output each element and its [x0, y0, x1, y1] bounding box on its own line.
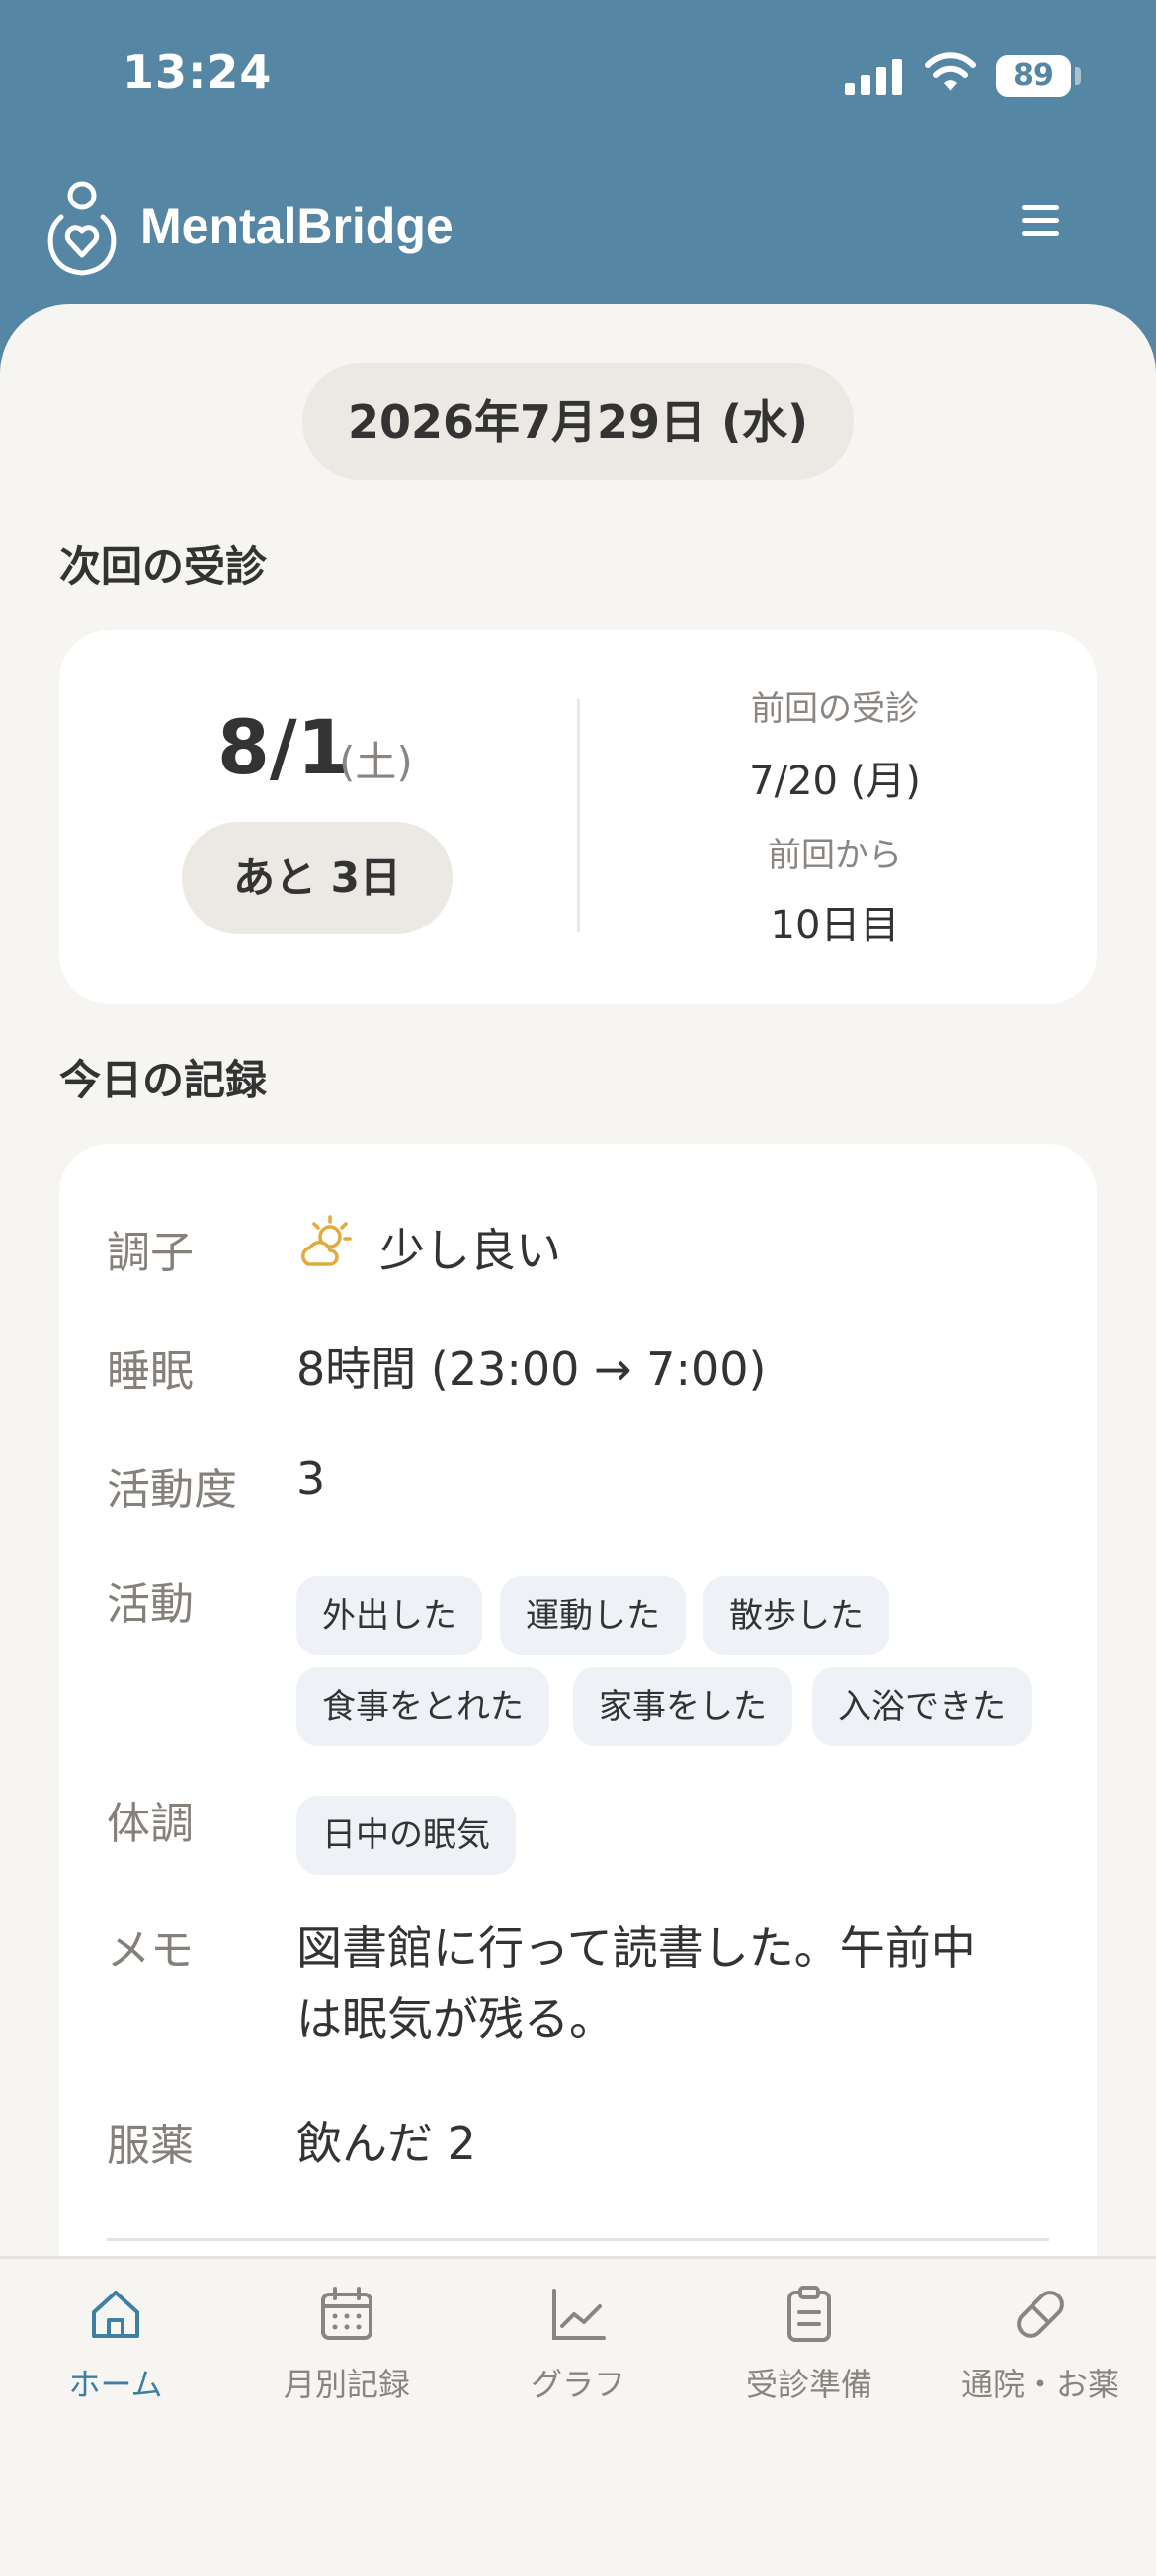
- nav-item-monthly[interactable]: 月別記録: [231, 2259, 462, 2456]
- partly-sunny-icon: [301, 1215, 352, 1266]
- activity-chip: 食事をとれた: [296, 1667, 549, 1746]
- medication-value: 飲んだ 2: [296, 2117, 476, 2170]
- memo-label: メモ: [107, 1925, 194, 1975]
- app-header: MentalBridge: [0, 148, 1156, 306]
- memo-line-2: は眠気が残る。: [296, 1992, 615, 2046]
- nav-label-visit-prep: 受診準備: [745, 2366, 872, 2403]
- activity-level-value: 3: [296, 1452, 326, 1505]
- battery-icon: 89: [996, 55, 1071, 97]
- activity-level-label: 活動度: [107, 1465, 237, 1515]
- nav-label-graph: グラフ: [530, 2366, 625, 2403]
- prev-visit-date: 7/20 (月): [749, 759, 921, 804]
- main-content: 2026年7月29日 (水) 次回の受診 8/1 (土) あと 3日 前回の受診…: [0, 304, 1156, 2576]
- medication-label: 服薬: [107, 2121, 194, 2171]
- app-title: MentalBridge: [140, 199, 454, 254]
- next-visit-title: 次回の受診: [59, 542, 268, 591]
- battery-nub: [1075, 67, 1081, 85]
- condition-label: 調子: [107, 1228, 194, 1278]
- activity-chip: 外出した: [296, 1576, 482, 1655]
- pill-icon: [1017, 2291, 1064, 2338]
- nav-item-home[interactable]: ホーム: [0, 2259, 231, 2456]
- memo-line-1: 図書館に行って読書した。午前中: [296, 1921, 976, 1974]
- today-record-card[interactable]: 調子 少し良い 睡眠 8時間 (23:00 → 7:00) 活動度 3 活動 外…: [59, 1144, 1097, 2428]
- nav-label-medication: 通院・お薬: [960, 2366, 1119, 2403]
- nav-item-graph[interactable]: グラフ: [462, 2259, 694, 2456]
- since-label: 前回から: [768, 836, 902, 875]
- condition-value: 少し良い: [379, 1224, 561, 1277]
- card-divider: [577, 699, 580, 932]
- status-bar: 13:24 89: [0, 0, 1156, 148]
- activity-chip: 運動した: [500, 1576, 686, 1655]
- physical-label: 体調: [107, 1799, 194, 1849]
- wifi-icon: [925, 52, 976, 91]
- home-icon: [92, 2291, 139, 2338]
- next-visit-date: 8/1: [217, 703, 350, 791]
- nav-label-monthly: 月別記録: [283, 2366, 410, 2403]
- line-chart-icon: [552, 2289, 606, 2340]
- clipboard-icon: [787, 2286, 831, 2342]
- bottom-nav: ホーム 月別記録 グラフ 受診準備 通院・お薬: [0, 2256, 1156, 2504]
- app-logo-icon: [47, 181, 117, 276]
- activity-chip: 散歩した: [703, 1576, 889, 1655]
- next-visit-card[interactable]: 8/1 (土) あと 3日 前回の受診 7/20 (月) 前回から 10日目: [59, 630, 1097, 1004]
- activity-chip: 入浴できた: [812, 1667, 1032, 1746]
- physical-chip: 日中の眠気: [296, 1796, 516, 1875]
- sleep-value: 8時間 (23:00 → 7:00): [296, 1342, 767, 1396]
- record-divider: [107, 2238, 1049, 2241]
- sleep-label: 睡眠: [107, 1346, 194, 1397]
- cellular-signal-icon: [845, 57, 904, 95]
- next-visit-weekday: (土): [339, 738, 413, 786]
- current-date-pill[interactable]: 2026年7月29日 (水): [302, 363, 854, 480]
- battery-level: 89: [1013, 58, 1054, 93]
- since-value: 10日目: [770, 903, 900, 948]
- today-record-title: 今日の記録: [59, 1056, 268, 1104]
- status-time: 13:24: [123, 45, 273, 99]
- activity-chip: 家事をした: [573, 1667, 792, 1746]
- nav-item-visit-prep[interactable]: 受診準備: [694, 2259, 925, 2456]
- nav-item-medication[interactable]: 通院・お薬: [925, 2259, 1156, 2456]
- prev-visit-label: 前回の受診: [751, 689, 919, 729]
- days-left-badge: あと 3日: [182, 822, 453, 934]
- activities-label: 活動: [107, 1579, 194, 1630]
- hamburger-menu-icon[interactable]: [1018, 201, 1067, 241]
- calendar-icon: [321, 2287, 372, 2340]
- nav-label-home: ホーム: [68, 2366, 163, 2403]
